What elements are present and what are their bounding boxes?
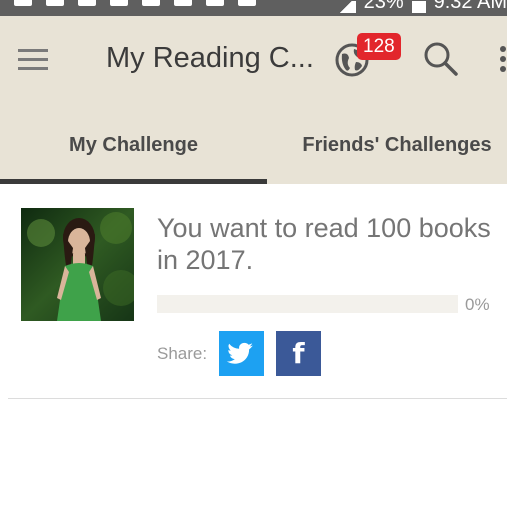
notification-icon <box>78 0 96 6</box>
progress-percent: 0% <box>465 295 490 314</box>
page-title: My Reading C... <box>106 42 314 74</box>
challenge-progress-bar <box>157 295 458 313</box>
notification-icon <box>46 0 64 6</box>
notification-badge[interactable]: 128 <box>357 33 401 60</box>
status-bar: 23% 9:32 AM <box>0 0 507 16</box>
divider <box>8 398 507 399</box>
signal-icon <box>335 0 356 13</box>
facebook-icon: f <box>292 337 305 370</box>
facebook-share-button[interactable]: f <box>276 331 321 376</box>
twitter-icon <box>226 342 253 364</box>
battery-percent: 23% <box>363 0 404 13</box>
challenge-card: You want to read 100 books in 2017. 0% S… <box>0 184 507 399</box>
tab-my-challenge[interactable]: My Challenge <box>0 106 267 184</box>
app-bar: My Reading C... 128 <box>0 16 507 106</box>
notification-icons <box>0 0 256 12</box>
tab-friends-challenges[interactable]: Friends' Challenges <box>267 106 507 184</box>
menu-icon[interactable] <box>18 49 48 71</box>
download-icon <box>110 0 128 6</box>
notification-icon <box>14 0 32 6</box>
notification-icon <box>142 0 160 6</box>
search-icon[interactable] <box>422 40 460 78</box>
tab-bar: My Challenge Friends' Challenges <box>0 106 507 184</box>
battery-icon <box>411 0 426 13</box>
download-icon <box>174 0 192 6</box>
share-label: Share: <box>157 344 208 363</box>
clock: 9:32 AM <box>433 0 507 13</box>
twitter-share-button[interactable] <box>219 331 264 376</box>
avatar[interactable] <box>21 208 134 321</box>
status-right: 23% 9:32 AM <box>335 0 507 14</box>
nfc-icon <box>238 0 256 6</box>
challenge-goal-text: You want to read 100 books in 2017. <box>157 213 491 275</box>
android-icon <box>206 0 224 6</box>
more-vert-icon[interactable] <box>497 46 507 76</box>
